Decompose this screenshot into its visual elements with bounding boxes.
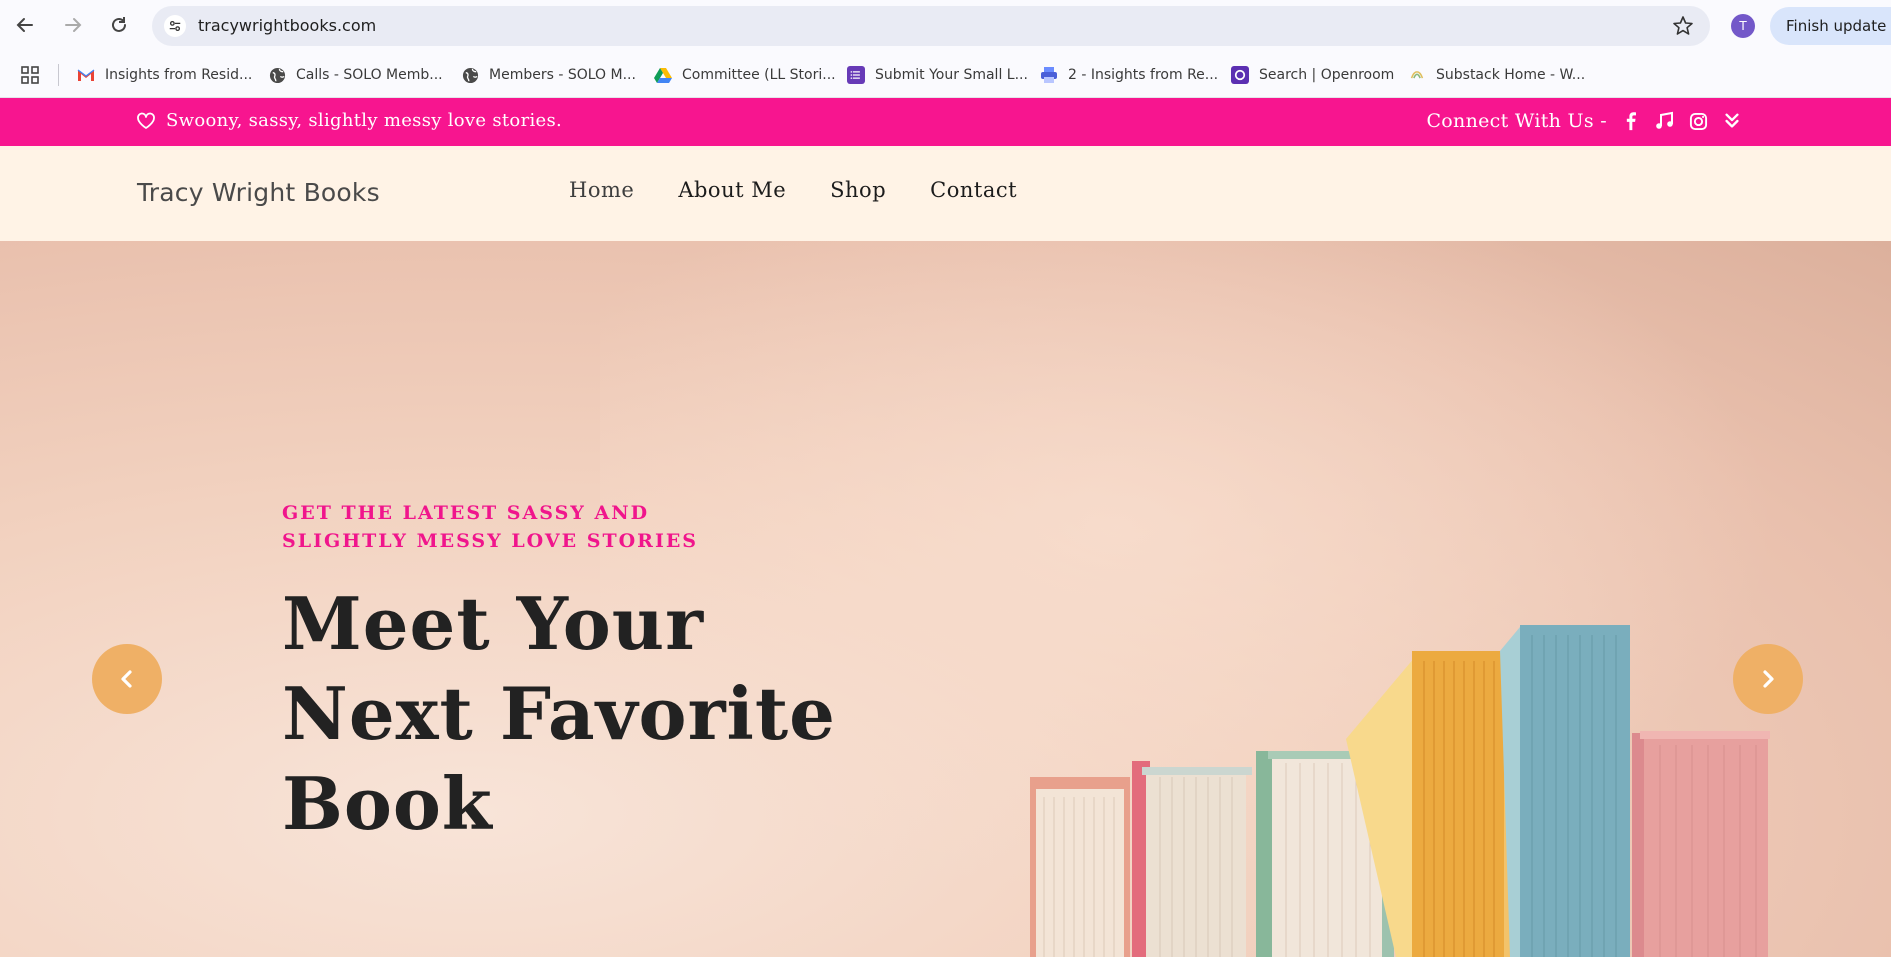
nav-about-me[interactable]: About Me: [678, 178, 786, 202]
browser-toolbar: tracywrightbooks.com T Finish update ⋮: [0, 0, 1891, 52]
bookmark-label: Substack Home - W...: [1436, 67, 1586, 83]
back-button[interactable]: [12, 12, 38, 38]
chevron-left-icon: [121, 670, 132, 688]
bookmark-star-icon[interactable]: [1672, 15, 1694, 37]
hero-title-line: Book: [282, 761, 493, 846]
globe-icon: [461, 66, 479, 84]
bookmark-label: Committee (LL Stori...: [682, 67, 836, 83]
google-forms-icon: [847, 66, 865, 84]
bookmarks-separator: [58, 64, 59, 86]
hero-title-line: Meet Your: [282, 581, 705, 666]
slider-prev-button[interactable]: [92, 644, 162, 714]
site-brand[interactable]: Tracy Wright Books: [137, 178, 380, 207]
openroom-icon: [1231, 66, 1249, 84]
tagline-text: Swoony, sassy, slightly messy love stori…: [166, 110, 563, 131]
bookmark-label: Insights from Resid...: [105, 67, 253, 83]
apps-grid-icon[interactable]: [20, 65, 40, 85]
bookmarks-bar: Insights from Resid... Calls - SOLO Memb…: [0, 52, 1891, 98]
heart-icon: [137, 112, 155, 129]
finish-update-label: Finish update: [1786, 17, 1887, 35]
hero-subtitle-line: SLIGHTLY MESSY LOVE STORIES: [282, 530, 699, 552]
hero-subtitle: GET THE LATEST SASSY AND SLIGHTLY MESSY …: [282, 499, 782, 555]
gmail-icon: [77, 66, 95, 84]
bookmark-item[interactable]: Members - SOLO M...: [461, 63, 636, 87]
reload-button[interactable]: [106, 12, 132, 38]
nav-shop[interactable]: Shop: [830, 178, 886, 202]
bookmark-item[interactable]: Substack Home - W...: [1408, 63, 1585, 87]
reload-icon: [112, 17, 126, 32]
main-nav: Home About Me Shop Contact: [569, 178, 1061, 202]
arrow-right-icon: [65, 18, 82, 32]
printer-icon: [1040, 66, 1058, 84]
site-header: Tracy Wright Books Home About Me Shop Co…: [0, 146, 1891, 241]
facebook-icon[interactable]: [1619, 110, 1641, 132]
bookmark-item[interactable]: Committee (LL Stori...: [654, 63, 836, 87]
hero-title: Meet Your Next Favorite Book: [282, 579, 902, 849]
bookmark-item[interactable]: Search | Openroom: [1231, 63, 1394, 87]
bookmark-label: Search | Openroom: [1259, 67, 1395, 83]
url-text[interactable]: tracywrightbooks.com: [198, 16, 376, 35]
site-info-button[interactable]: [164, 15, 186, 37]
connect-with-us: Connect With Us -: [1426, 110, 1743, 132]
bookmark-label: 2 - Insights from Re...: [1068, 67, 1219, 83]
finish-update-button[interactable]: Finish update ⋮: [1770, 7, 1891, 45]
bookmark-label: Submit Your Small L...: [875, 67, 1028, 83]
globe-icon: [268, 66, 286, 84]
forward-button[interactable]: [60, 12, 86, 38]
google-drive-icon: [654, 66, 672, 84]
tune-icon: [169, 20, 181, 32]
hero-slider: GET THE LATEST SASSY AND SLIGHTLY MESSY …: [0, 241, 1891, 957]
bookmark-item[interactable]: Calls - SOLO Memb...: [268, 63, 443, 87]
instagram-icon[interactable]: [1687, 110, 1709, 132]
nav-home[interactable]: Home: [569, 178, 634, 202]
hero-subtitle-line: GET THE LATEST SASSY AND: [282, 502, 650, 524]
bookmark-item[interactable]: Submit Your Small L...: [847, 63, 1028, 87]
chevron-right-icon: [1763, 670, 1774, 688]
bookmark-item[interactable]: 2 - Insights from Re...: [1040, 63, 1218, 87]
chevrons-down-icon[interactable]: [1721, 110, 1743, 132]
substack-icon: [1408, 66, 1426, 84]
books-image: [1030, 625, 1770, 957]
avatar-letter: T: [1739, 19, 1747, 33]
slider-next-button[interactable]: [1733, 644, 1803, 714]
site-topbar: Swoony, sassy, slightly messy love stori…: [0, 98, 1891, 146]
bookmark-item[interactable]: Insights from Resid...: [77, 63, 252, 87]
connect-label: Connect With Us -: [1426, 110, 1607, 132]
hero-title-line: Next Favorite: [282, 671, 836, 756]
bookmark-label: Calls - SOLO Memb...: [296, 67, 443, 83]
music-icon[interactable]: [1653, 110, 1675, 132]
arrow-left-icon: [16, 18, 33, 32]
bookmark-label: Members - SOLO M...: [489, 67, 636, 83]
address-bar[interactable]: tracywrightbooks.com: [152, 6, 1710, 46]
nav-contact[interactable]: Contact: [930, 178, 1017, 202]
profile-avatar[interactable]: T: [1731, 14, 1755, 38]
tagline: Swoony, sassy, slightly messy love stori…: [136, 110, 562, 131]
